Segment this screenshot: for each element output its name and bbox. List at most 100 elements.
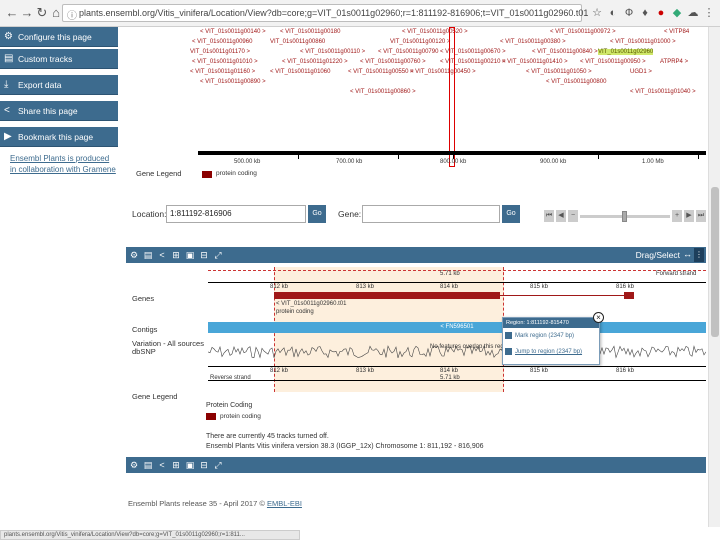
variation-track-label[interactable]: Variation - All sources dbSNP (132, 340, 208, 356)
fullscreen-icon[interactable]: ⤢ (212, 459, 224, 471)
overview-gene-label[interactable]: < VIT_01s0011g01050 > (526, 69, 592, 75)
ruler-tick-label: 816 kb (616, 368, 635, 374)
bookmark-star-icon[interactable]: ☆ (590, 6, 604, 20)
reset-icon[interactable]: ⊟ (198, 459, 210, 471)
vertical-scrollbar[interactable] (708, 27, 720, 527)
custom-tracks-button[interactable]: ▤ Custom tracks (0, 49, 118, 69)
contig-feature[interactable]: < FN596501 (208, 322, 706, 333)
scroll-far-left-icon[interactable]: ⏮ (544, 210, 554, 222)
overview-gene-label[interactable]: VIT_01s0011g00120 > (390, 39, 450, 45)
info-icon[interactable]: ⓘ (67, 7, 77, 22)
share-icon[interactable]: < (156, 459, 168, 471)
bookmark-page-button[interactable]: ▶ Bookmark this page (0, 127, 118, 147)
gear-icon[interactable]: ⚙ (128, 249, 140, 261)
overview-gene-label[interactable]: < VITP84 (664, 29, 689, 35)
overview-gene-label[interactable]: < VIT_01s0011g00450 > (410, 69, 476, 75)
legend-item-label: protein coding (220, 413, 261, 420)
fullscreen-icon[interactable]: ⤢ (212, 249, 224, 261)
overview-gene-label[interactable]: ATPRP4 > (660, 59, 688, 65)
scrollbar-thumb[interactable] (711, 187, 719, 337)
zoom-control: ⏮ ◀ − + ▶ ⏭ (544, 210, 706, 222)
overview-gene-label[interactable]: VIT_01s0011g01170 > (190, 49, 250, 55)
gene-go-button[interactable]: Go (502, 205, 520, 223)
extension-icon[interactable]: ♦ (638, 6, 652, 20)
overview-gene-label[interactable]: < VIT_01s0011g00140 > (200, 29, 266, 35)
image-export-icon[interactable]: ▣ (184, 459, 196, 471)
overview-gene-label[interactable]: < VIT_01s0011g01060 (270, 69, 330, 75)
overview-gene-label[interactable]: < VIT_01s0011g00950 > (580, 59, 646, 65)
location-input[interactable]: 1:811192-816906 (166, 205, 306, 223)
overview-gene-label[interactable]: < VIT_01s0011g01010 > (192, 59, 258, 65)
ruler-tick-label: 700.00 kb (336, 159, 363, 165)
scroll-right-icon[interactable]: ▶ (684, 210, 694, 222)
resize-icon[interactable]: ⊞ (170, 249, 182, 261)
extension-icon[interactable]: ● (654, 6, 668, 20)
overview-gene-label[interactable]: < VIT_01s0011g00520 > (402, 29, 468, 35)
overview-gene-label[interactable]: < VIT_01s0011g00380 > (500, 39, 566, 45)
current-region-marker[interactable] (449, 27, 455, 167)
overview-gene-label[interactable]: < VIT_01s0011g01160 > (190, 69, 255, 75)
gene-input[interactable] (362, 205, 500, 223)
span-label: 5.71 kb (440, 271, 460, 277)
scroll-left-icon[interactable]: ◀ (556, 210, 566, 222)
assembly-info: Ensembl Plants Vitis vinifera version 38… (206, 443, 484, 450)
reset-icon[interactable]: ⊟ (198, 249, 210, 261)
drag-icon[interactable]: ↔ (683, 249, 692, 259)
configure-page-button[interactable]: ⚙ Configure this page (0, 27, 118, 47)
overview-gene-label[interactable]: < VIT_01s0011g01040 > (630, 89, 696, 95)
overview-gene-label[interactable]: < VIT_01s0011g00790 (378, 49, 438, 55)
overview-gene-label[interactable]: < VIT_01s0011g00860 > (350, 89, 416, 95)
overview-gene-label[interactable]: < VIT_01s0011g00550 > (348, 69, 414, 75)
overview-gene-label[interactable]: < VIT_01s0011g00890 > (200, 79, 266, 85)
overview-gene-label[interactable]: UGD1 > (630, 69, 652, 75)
scroll-far-right-icon[interactable]: ⏭ (696, 210, 706, 222)
zoom-slider-thumb[interactable] (622, 211, 627, 222)
overview-gene-label[interactable]: < VIT_01s0011g00840 > (532, 49, 598, 55)
forward-icon[interactable]: → (19, 5, 35, 21)
back-icon[interactable]: ← (4, 5, 20, 21)
resize-icon[interactable]: ⊞ (170, 459, 182, 471)
overview-gene-label[interactable]: < VIT_01s0011g00972 > (550, 29, 616, 35)
zoom-in-icon[interactable]: + (672, 210, 682, 222)
overview-gene-label[interactable]: < VIT_01s0011g01410 > (502, 59, 568, 65)
gene-name-label[interactable]: < VIT_01s0011g02960.t01 (276, 301, 346, 307)
image-export-icon[interactable]: ▣ (184, 249, 196, 261)
zoom-out-icon[interactable]: − (568, 210, 578, 222)
genes-track-label[interactable]: Genes (132, 294, 154, 303)
select-mode-icon[interactable]: ⋮ (694, 248, 704, 262)
overview-gene-label[interactable]: VIT_01s0011g02960 (598, 49, 654, 55)
address-bar[interactable]: ⓘ plants.ensembl.org/Vitis_vinifera/Loca… (62, 4, 588, 22)
gramene-credit-link[interactable]: Ensembl Plants is produced in collaborat… (10, 153, 116, 175)
gene-feature[interactable] (624, 292, 634, 299)
overview-gene-label[interactable]: < VIT_01s0011g00110 > (300, 49, 365, 55)
share-icon[interactable]: < (156, 249, 168, 261)
overview-gene-label[interactable]: < VIT_01s0011g01000 > (610, 39, 676, 45)
mark-region-link[interactable]: Mark region (2347 bp) (503, 328, 599, 344)
overview-gene-label[interactable]: < VIT_01s0011g00760 > (360, 59, 426, 65)
tracks-icon[interactable]: ▤ (142, 459, 154, 471)
drag-select-label[interactable]: Drag/Select (636, 250, 680, 260)
extension-icon[interactable]: ◆ (670, 6, 684, 20)
zoom-slider[interactable] (580, 211, 670, 222)
embl-ebi-link[interactable]: EMBL-EBI (267, 499, 302, 508)
jump-region-link[interactable]: Jump to region (2347 bp) (503, 344, 599, 360)
overview-gene-label[interactable]: VIT_01s0011g00860 (270, 39, 325, 45)
overview-gene-label[interactable]: < VIT_01s0011g00180 (280, 29, 340, 35)
menu-icon[interactable]: ⋮ (702, 6, 716, 20)
overview-gene-label[interactable]: < VIT_01s0011g00960 (192, 39, 252, 45)
extension-icon[interactable]: ◐ (606, 6, 620, 20)
overview-gene-label[interactable]: < VIT_01s0011g00800 (546, 79, 606, 85)
location-go-button[interactable]: Go (308, 205, 326, 223)
share-page-button[interactable]: < Share this page (0, 101, 118, 121)
overview-gene-label[interactable]: < VIT_01s0011g01220 > (282, 59, 348, 65)
close-icon[interactable]: × (593, 312, 604, 323)
export-data-button[interactable]: ⤓ Export data (0, 75, 118, 95)
extension-icon[interactable]: Ф (622, 6, 636, 20)
gear-icon[interactable]: ⚙ (128, 459, 140, 471)
page: ← → ↻ ⌂ ⓘ plants.ensembl.org/Vitis_vinif… (0, 0, 720, 540)
extension-icon[interactable]: ☁ (686, 6, 700, 20)
tracks-icon[interactable]: ▤ (142, 249, 154, 261)
gene-feature[interactable] (274, 292, 500, 299)
contigs-track-label[interactable]: Contigs (132, 325, 157, 334)
legend-group-label: Protein Coding (206, 402, 253, 409)
